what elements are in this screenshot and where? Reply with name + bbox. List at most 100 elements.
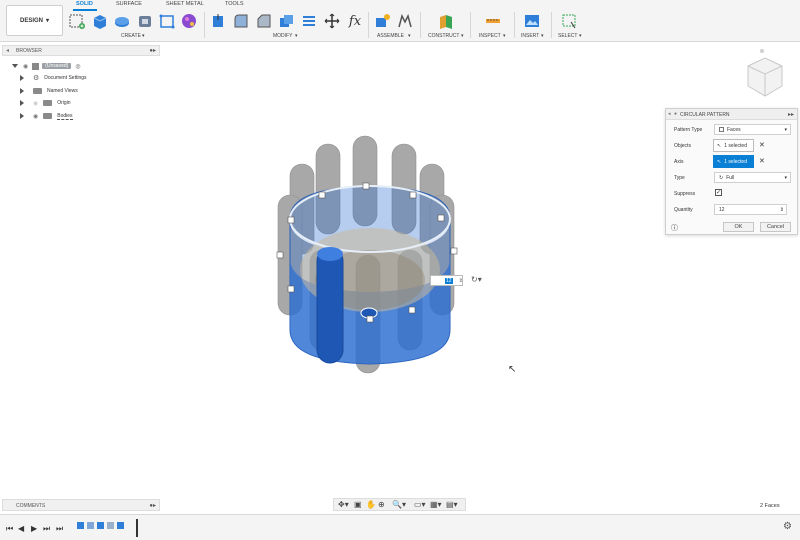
timeline-feature-icon[interactable]: [97, 522, 104, 529]
viewport-quantity-input[interactable]: 12 ⇕: [430, 275, 463, 286]
tree-item-label: Origin: [57, 100, 71, 106]
comments-panel-header[interactable]: COMMENTS ●▸: [2, 499, 160, 511]
group-create-menu[interactable]: CREATE: [121, 33, 141, 39]
collapsed-icon[interactable]: [20, 88, 24, 94]
dialog-header[interactable]: ◂ ● CIRCULAR PATTERN ▸▸: [666, 109, 797, 120]
step-forward-icon[interactable]: ⏭: [43, 524, 50, 534]
tab-solid[interactable]: SOLID: [76, 1, 93, 7]
group-modify-menu[interactable]: MODIFY: [273, 33, 292, 39]
play-icon[interactable]: ▶: [31, 524, 37, 533]
extrude-icon[interactable]: [91, 13, 107, 29]
axis-select-button[interactable]: ↖ 1 selected: [713, 155, 754, 168]
info-icon[interactable]: ⓘ: [671, 223, 678, 233]
fillet-icon[interactable]: [233, 13, 249, 29]
tab-sheet-metal[interactable]: SHEET METAL: [166, 1, 204, 7]
workspace-label: DESIGN: [19, 17, 43, 24]
type-select[interactable]: ↻ Full ▾: [714, 172, 791, 183]
loft-icon[interactable]: [159, 13, 175, 29]
selected-cylinder-body[interactable]: [316, 247, 344, 364]
go-to-end-icon[interactable]: ⏭: [56, 524, 63, 534]
ok-button[interactable]: OK: [723, 222, 754, 232]
browser-item-document-settings[interactable]: ⚙ Document Settings: [20, 73, 87, 83]
tab-surface[interactable]: SURFACE: [116, 1, 142, 7]
group-construct-menu[interactable]: CONSTRUCT: [428, 33, 459, 39]
look-at-icon[interactable]: ▣: [354, 500, 362, 509]
eye-icon[interactable]: ◉: [33, 113, 38, 120]
collapsed-icon[interactable]: [20, 75, 24, 81]
timeline-feature-icon[interactable]: [77, 522, 84, 529]
browser-item-named-views[interactable]: Named Views: [20, 86, 78, 96]
spinner-icon[interactable]: ⇕: [459, 278, 463, 284]
combine-icon[interactable]: [301, 13, 317, 29]
browser-item-origin[interactable]: ◉ Origin: [20, 98, 71, 108]
chevron-down-icon: ▾: [784, 126, 787, 133]
browser-item-bodies[interactable]: ◉ Bodies: [20, 111, 73, 121]
select-window-icon[interactable]: [561, 13, 577, 29]
spinner-icon[interactable]: ⇕: [780, 207, 784, 213]
zoom-window-icon[interactable]: 🔍▾: [392, 500, 406, 509]
suppress-checkbox[interactable]: ✓: [715, 189, 722, 196]
timeline-settings-gear-icon[interactable]: ⚙: [783, 521, 792, 532]
cancel-button[interactable]: Cancel: [760, 222, 791, 232]
expand-icon[interactable]: ▸▸: [788, 111, 794, 118]
browser-root-item[interactable]: ◉ (Unsaved) ◎: [12, 61, 81, 71]
group-assemble-menu[interactable]: ASSEMBLE: [377, 33, 404, 39]
group-select-menu[interactable]: SELECT: [558, 33, 577, 39]
timeline-feature-icon[interactable]: [87, 522, 94, 529]
parameters-fx-icon[interactable]: fx: [347, 13, 363, 29]
offset-plane-icon[interactable]: [438, 13, 454, 29]
grid-settings-icon[interactable]: ▦▾: [430, 500, 442, 509]
insert-image-icon[interactable]: [524, 13, 540, 29]
pan-icon[interactable]: ✋: [366, 500, 376, 509]
timeline-feature-icon[interactable]: [117, 522, 124, 529]
collapse-arrows-icon[interactable]: ◂: [6, 47, 9, 54]
step-back-icon[interactable]: ◀: [18, 524, 24, 533]
view-cube[interactable]: [740, 46, 790, 102]
zoom-icon[interactable]: ⊕: [378, 500, 385, 509]
activate-icon[interactable]: ◎: [75, 63, 80, 70]
measure-icon[interactable]: [485, 13, 501, 29]
clear-objects-icon[interactable]: ✕: [759, 141, 765, 149]
pattern-type-dropdown-icon[interactable]: ↻▾: [471, 275, 482, 284]
clear-axis-icon[interactable]: ✕: [759, 157, 765, 165]
expanded-icon[interactable]: [12, 64, 18, 68]
move-copy-icon[interactable]: [324, 13, 340, 29]
sweep-icon[interactable]: [137, 13, 153, 29]
display-settings-icon[interactable]: ▭▾: [414, 500, 426, 509]
cursor-arrow-icon: ↖: [717, 158, 722, 165]
objects-value: 1 selected: [724, 142, 747, 149]
go-to-start-icon[interactable]: ⏮: [6, 524, 13, 534]
circular-pattern-dialog: ◂ ● CIRCULAR PATTERN ▸▸ Pattern Type Fac…: [665, 108, 798, 235]
group-insert-menu[interactable]: INSERT: [521, 33, 539, 39]
form-icon[interactable]: [181, 13, 197, 29]
tab-tools[interactable]: TOOLS: [225, 1, 244, 7]
quantity-input[interactable]: 12 ⇕: [714, 204, 787, 215]
workspace-switcher-button[interactable]: DESIGN ▾: [6, 5, 63, 36]
browser-panel-header[interactable]: ◂ BROWSER ●▸: [2, 45, 160, 56]
revolve-icon[interactable]: [114, 13, 130, 29]
eye-hidden-icon[interactable]: ◉: [33, 100, 38, 107]
pattern-type-select[interactable]: Faces ▾: [714, 124, 791, 135]
timeline-marker[interactable]: [136, 519, 138, 537]
orbit-icon[interactable]: ✥▾: [338, 500, 349, 509]
tree-item-label: Named Views: [47, 88, 78, 94]
collapse-icon[interactable]: ◂: [668, 111, 671, 117]
model-viewport[interactable]: [270, 130, 470, 376]
create-sketch-icon[interactable]: [69, 13, 85, 29]
viewports-icon[interactable]: ▤▾: [446, 500, 458, 509]
gear-icon: ⚙: [33, 75, 40, 82]
collapsed-icon[interactable]: [20, 100, 24, 106]
chamfer-icon[interactable]: [256, 13, 272, 29]
group-inspect-menu[interactable]: INSPECT: [479, 33, 501, 39]
panel-options-icon[interactable]: ●▸: [149, 47, 156, 54]
new-component-icon[interactable]: [374, 13, 390, 29]
press-pull-icon[interactable]: [210, 13, 226, 29]
mouse-cursor-icon: ↖: [508, 364, 517, 375]
objects-select-button[interactable]: ↖ 1 selected: [713, 139, 754, 152]
collapsed-icon[interactable]: [20, 113, 24, 119]
panel-options-icon[interactable]: ●▸: [149, 502, 156, 509]
timeline-feature-icon[interactable]: [107, 522, 114, 529]
shell-icon[interactable]: [278, 13, 294, 29]
joint-icon[interactable]: [397, 13, 413, 29]
eye-icon[interactable]: ◉: [23, 63, 28, 70]
